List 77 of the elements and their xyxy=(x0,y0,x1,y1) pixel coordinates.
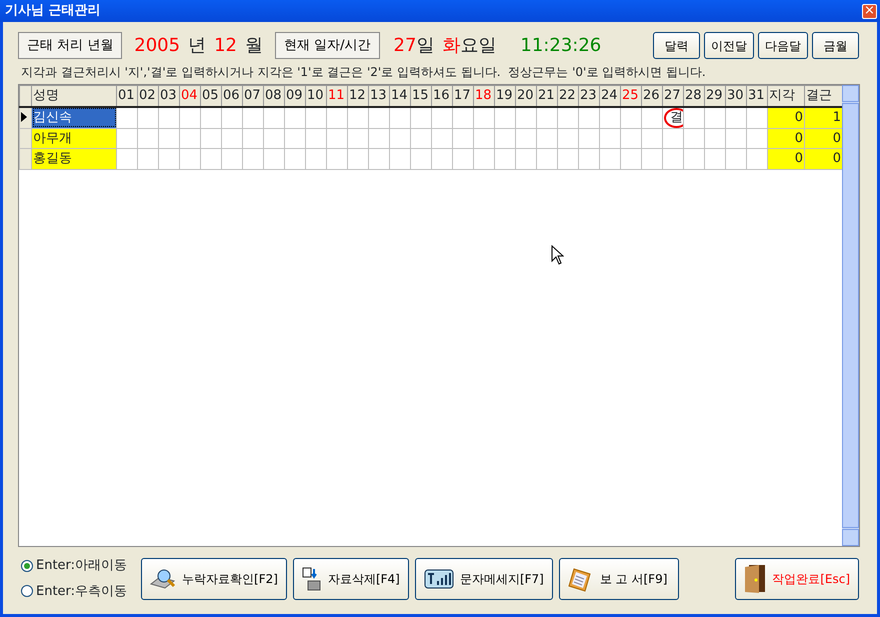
nav-button[interactable]: 이전달 xyxy=(704,32,754,59)
year-unit: 년 xyxy=(188,34,206,58)
column-header: 05 xyxy=(200,86,222,106)
column-header: 28 xyxy=(684,86,704,106)
column-header: 지각 xyxy=(768,86,804,106)
column-header: 02 xyxy=(138,86,158,106)
column-header: 26 xyxy=(642,86,662,106)
column-header: 22 xyxy=(558,86,578,106)
mouse-pointer-icon xyxy=(551,245,564,265)
column-header: 08 xyxy=(264,86,284,106)
trash-icon xyxy=(302,566,322,590)
column-header: 09 xyxy=(284,86,306,106)
finish-button[interactable]: 작업완료[Esc] xyxy=(735,558,859,600)
current-row-icon xyxy=(21,112,27,122)
table-cell[interactable]: 0 xyxy=(804,128,842,148)
signal-icon xyxy=(424,568,454,588)
time-value: 11:23:26 xyxy=(520,34,602,58)
column-header: 16 xyxy=(432,86,452,106)
radio-label: Enter:우측이동 xyxy=(36,582,128,600)
current-datetime-button[interactable]: 현재 일자/시간 xyxy=(274,32,380,59)
column-header: 19 xyxy=(494,86,516,106)
radio-label: Enter:아래이동 xyxy=(36,557,128,575)
column-header: 10 xyxy=(306,86,326,106)
column-header: 결근 xyxy=(804,86,842,106)
nav-button[interactable]: 다음달 xyxy=(758,32,808,59)
column-header: 06 xyxy=(222,86,242,106)
window-title: 기사님 근태관리 xyxy=(5,2,101,20)
column-header: 24 xyxy=(600,86,620,106)
column-header: 03 xyxy=(158,86,180,106)
year-value: 2005 xyxy=(134,34,180,58)
column-header: 23 xyxy=(578,86,600,106)
column-header: 07 xyxy=(242,86,264,106)
nav-button[interactable]: 달력 xyxy=(653,32,700,59)
nav-button[interactable]: 금월 xyxy=(812,32,859,59)
column-header: 31 xyxy=(746,86,768,106)
table-cell[interactable]: 0 xyxy=(804,148,842,169)
scroll-down-button[interactable] xyxy=(842,529,859,546)
month-value: 12 xyxy=(214,34,237,58)
action-button[interactable]: 자료삭제[F4] xyxy=(292,558,409,600)
column-header: 15 xyxy=(410,86,432,106)
door-icon xyxy=(744,564,766,594)
column-header: 12 xyxy=(348,86,368,106)
column-header: 14 xyxy=(390,86,410,106)
table-cell[interactable]: 0 xyxy=(768,128,804,148)
radio-button[interactable] xyxy=(21,560,33,572)
column-header: 27 xyxy=(662,86,684,106)
column-header: 29 xyxy=(704,86,726,106)
table-cell[interactable]: 홍길동 xyxy=(32,148,116,169)
column-header: 11 xyxy=(326,86,348,106)
column-header: 25 xyxy=(620,86,642,106)
column-header: 01 xyxy=(116,86,138,106)
instruction-text: 지각과 결근처리시 '지','결'로 입력하시거나 지각은 '1'로 결근은 '2'로 입력하셔도 됩니다. 정상근무는 '0'로 입력하시면 됩니다. xyxy=(20,64,707,81)
table-cell[interactable]: 0 xyxy=(768,148,804,169)
day-unit: 일 xyxy=(416,34,434,58)
action-button[interactable]: 보 고 서[F9] xyxy=(558,558,679,600)
weekday-unit: 요일 xyxy=(460,34,496,58)
radio-button[interactable] xyxy=(21,585,33,598)
column-header: 21 xyxy=(536,86,558,106)
action-button[interactable]: 누락자료확인[F2] xyxy=(141,558,287,600)
magnifier-icon xyxy=(150,568,176,590)
action-button[interactable]: 문자메세지[F7] xyxy=(414,558,553,600)
table-cell[interactable]: 아무개 xyxy=(32,128,116,148)
column-header: 13 xyxy=(368,86,390,106)
month-unit: 월 xyxy=(244,34,263,58)
column-header: 20 xyxy=(516,86,536,106)
column-header: 성명 xyxy=(32,86,116,106)
circled-entry: 결 xyxy=(664,108,682,128)
column-header: 18 xyxy=(474,86,494,106)
day-value: 27 xyxy=(394,34,416,58)
scroll-up-button[interactable] xyxy=(842,85,859,102)
column-header: 04 xyxy=(180,86,200,106)
period-button[interactable]: 근태 처리 년월 xyxy=(18,32,122,59)
column-header: 17 xyxy=(452,86,474,106)
close-button[interactable]: × xyxy=(862,4,877,18)
table-cell[interactable]: 김신속 xyxy=(32,106,116,128)
column-header: 30 xyxy=(726,86,746,106)
weekday-value: 화 xyxy=(442,34,460,58)
